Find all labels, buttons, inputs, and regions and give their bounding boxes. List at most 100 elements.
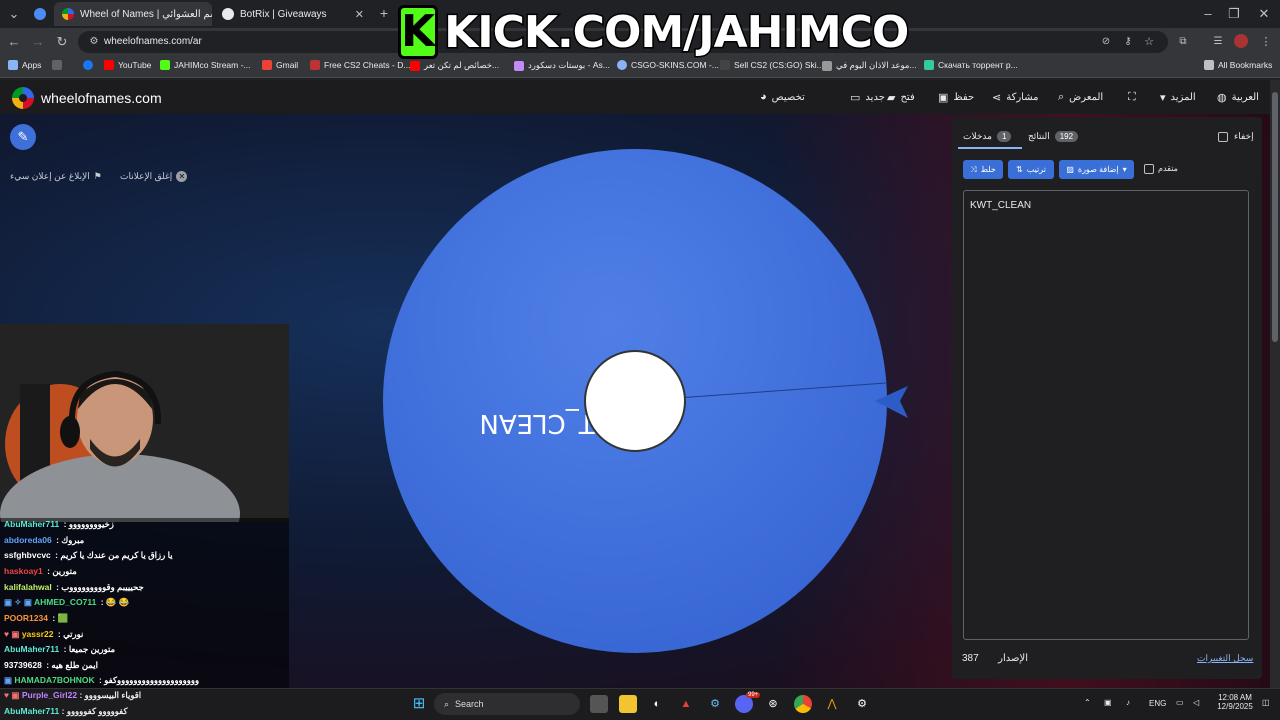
url-text[interactable]: wheelofnames.com/ar [104,36,202,47]
report-ad-label: الإبلاغ عن إعلان سيء [10,171,90,181]
chrome-icon[interactable] [794,695,812,713]
reload-icon[interactable]: ↻ [54,34,70,50]
share-button[interactable]: ⋖ مشاركة [992,91,1039,104]
youtube-icon [104,60,114,70]
fullscreen-button[interactable]: ⛶ [1128,91,1136,104]
app-icon[interactable]: ▲ [677,695,695,713]
app-icon[interactable]: ⋀ [823,695,841,713]
nav-label: المزيد [1170,92,1196,103]
chat-text: نورتي [63,629,84,639]
edit-wheel-button[interactable]: ✎ [10,124,36,150]
app-icon[interactable]: ◐ [648,695,666,713]
microphone-icon[interactable]: ♪ [1126,698,1130,707]
bookmark-torrent[interactable]: Скачать торрент p... [924,60,1018,70]
customize-button[interactable]: ◕ تخصيص [760,91,805,103]
file-explorer-icon[interactable] [619,695,637,713]
tab-results[interactable]: النتائج 192 [1028,131,1079,142]
sort-button[interactable]: ⇅ ترتيب [1008,160,1054,179]
bookmark-label: CSGO-SKINS.COM -... [631,60,719,70]
youtube-icon [410,60,420,71]
tray-chevron-icon[interactable]: ⌃ [1084,698,1091,707]
tab-search-icon[interactable]: ⌄ [6,6,22,22]
chat-message: AbuMaher711 : كفووووو كفووووو [4,706,128,716]
save-icon: ▣ [938,92,949,104]
bookmark-discord-posts[interactable]: بوستات دسكورد - As... [514,60,610,71]
chat-text: ايمن طلع هيه [51,660,98,670]
tab-wheel-of-names[interactable]: Wheel of Names | الاسم العشوائي ✕ [54,2,212,26]
wheel[interactable]: KWT_CLEAN [370,140,910,660]
chat-text: 🟩 [57,613,69,623]
nav-label: العربية [1231,92,1259,103]
scrollbar-thumb[interactable] [1272,92,1278,342]
tab-botrix[interactable]: BotRix | Giveaways ✕ [214,2,372,26]
bookmark-label: بوستات دسكورد - As... [528,60,610,70]
maximize-icon[interactable]: ❐ [1226,6,1242,22]
report-ad-link[interactable]: الإبلاغ عن إعلان سيء ⚑ [10,171,102,182]
no-tracking-icon[interactable]: ⊘ [1098,34,1114,50]
add-image-button[interactable]: ▨ إضافة صورة ▾ [1059,160,1134,179]
bookmark-youtube-video[interactable]: خصائص لم تكن تعر... [410,60,499,71]
tray-app-icon[interactable]: ▣ [1104,698,1112,707]
bookmark-facebook[interactable] [83,60,93,70]
notifications-icon[interactable]: ◫ [1262,698,1270,707]
site-info-icon[interactable]: ⚙ [86,34,102,50]
bookmark-grid[interactable] [52,60,62,70]
bookmark-star-icon[interactable]: ☆ [1141,34,1157,50]
volume-icon[interactable]: ◁ [1193,698,1199,707]
folder-icon [1204,60,1214,70]
clock[interactable]: 12:08 AM 12/9/2025 [1217,693,1253,711]
reading-list-icon[interactable]: ☰ [1210,34,1226,50]
bookmark-csgo-skins[interactable]: CSGO-SKINS.COM -... [617,60,719,70]
hide-checkbox[interactable] [1218,132,1228,142]
app-icon[interactable]: ⊛ [764,695,782,713]
advanced-checkbox[interactable] [1144,164,1154,174]
wheel-center[interactable] [584,350,686,452]
tab-results-label: النتائج [1028,131,1050,141]
bookmark-apps[interactable]: Apps [8,60,41,70]
bookmark-gmail[interactable]: Gmail [262,60,298,70]
taskbar-search[interactable]: ⌕ Search [434,693,580,715]
more-menu[interactable]: ▾ المزيد [1160,91,1196,104]
changelog-link[interactable]: سجل التغييرات [1197,653,1253,664]
password-key-icon[interactable]: ⚷ [1120,34,1136,50]
notification-badge: 99+ [746,692,761,698]
pinned-tab[interactable] [30,2,50,26]
minimize-icon[interactable]: – [1200,6,1216,22]
gallery-button[interactable]: ⌕ المعرض [1058,91,1103,104]
back-icon[interactable]: ← [6,34,22,50]
version-label: الإصدار [998,653,1028,664]
close-tab-icon[interactable]: ✕ [355,8,364,21]
bookmark-sell-cs2[interactable]: Sell CS2 (CS:GO) Ski... [720,60,824,70]
close-window-icon[interactable]: ✕ [1256,6,1272,22]
shuffle-button[interactable]: ⤨ خلط [963,160,1003,179]
language-indicator[interactable]: ENG [1149,699,1166,708]
bookmark-cs2-cheats[interactable]: Free CS2 Cheats - D... [310,60,410,70]
extensions-icon[interactable]: ⧉ [1175,34,1191,50]
tab-entries[interactable]: مدخلات 1 [963,131,1012,142]
new-button[interactable]: ▭ جديد [850,91,885,104]
steam-icon[interactable]: ⚙ [706,695,724,713]
save-button[interactable]: ▣ حفظ [938,91,974,104]
search-icon: ⌕ [444,698,450,709]
close-ads-link[interactable]: إغلق الإعلانات ✕ [120,171,188,182]
profile-avatar[interactable] [1234,34,1248,48]
bookmark-youtube[interactable]: YouTube [104,60,151,70]
wheel-logo-icon[interactable] [12,87,34,109]
windows-start-icon[interactable]: ⊞ [410,695,428,713]
site-brand[interactable]: wheelofnames.com [41,90,162,106]
bookmark-jahimco[interactable]: JAHIMco Stream -... [160,60,251,70]
settings-icon[interactable]: ⚙ [853,695,871,713]
new-tab-button[interactable]: + [376,5,392,21]
bookmark-all[interactable]: All Bookmarks [1204,60,1272,70]
chat-username: AbuMaher711 [4,706,60,716]
language-menu[interactable]: ◍ العربية [1217,91,1259,104]
bookmark-prayer-times[interactable]: موعد الاذان اليوم في... [822,60,917,71]
open-button[interactable]: ▰ فتح [887,91,915,104]
network-icon[interactable]: ▭ [1176,698,1184,707]
menu-icon[interactable]: ⋮ [1258,34,1274,50]
tab-label: BotRix | Giveaways [240,8,327,20]
chat-username: HAMADA7BOHNOK [14,675,95,685]
forward-icon[interactable]: → [30,34,46,50]
entries-textarea[interactable]: KWT_CLEAN [963,190,1249,640]
task-view-icon[interactable] [590,695,608,713]
